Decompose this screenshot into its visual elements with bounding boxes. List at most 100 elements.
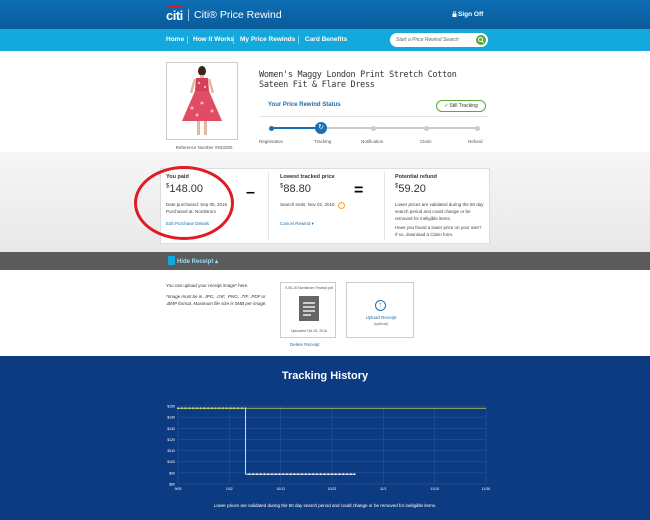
- search-input[interactable]: [396, 36, 468, 44]
- cancel-rewind-link[interactable]: Cancel Rewind ▾: [280, 221, 370, 227]
- data-point: [278, 473, 281, 476]
- step-label-registration: Registration: [259, 139, 284, 144]
- receipt-bar: Hide Receipt ▴: [0, 252, 650, 270]
- y-tick-label: $100: [167, 460, 175, 464]
- upload-receipt-label: Upload Receipt: [365, 315, 397, 320]
- reference-number: Reference Number #933280: [175, 145, 233, 150]
- x-tick-label: 9/05: [175, 487, 182, 491]
- step-label-claim: Claim: [420, 139, 432, 144]
- refund-note: Lower prices are validated during the 60…: [395, 202, 484, 221]
- nav-how-it-works[interactable]: How It Works: [193, 36, 234, 43]
- history-footer-note: Lower prices are validated during the 60…: [213, 503, 437, 508]
- search-box: [390, 33, 488, 47]
- data-point: [297, 473, 300, 476]
- claim-form-note[interactable]: Have you found a lower price on your own…: [395, 224, 485, 238]
- step-label-tracking: Tracking: [314, 139, 332, 144]
- status-badge: ✓Still Tracking: [436, 100, 486, 112]
- product-image[interactable]: [166, 62, 238, 140]
- x-tick-label: 11/1: [380, 487, 387, 491]
- receipt-info: You can upload your receipt image* here.…: [166, 282, 270, 307]
- lowest-price-label: Lowest tracked price: [280, 174, 335, 180]
- logo-separator: [188, 9, 189, 21]
- info-icon[interactable]: ?: [337, 202, 345, 209]
- nav-separator: [298, 36, 299, 44]
- potential-refund-value: $59.20: [395, 183, 426, 195]
- file-icon: [299, 296, 319, 321]
- receipt-icon: [168, 256, 175, 265]
- nav-home[interactable]: Home: [166, 36, 184, 43]
- step-current-tracking: ↻: [315, 122, 327, 134]
- y-tick-label: $80: [169, 483, 175, 487]
- dress-image: [182, 66, 222, 135]
- y-tick-label: $130: [167, 427, 175, 431]
- step-label-refund: Refund: [468, 139, 483, 144]
- product-title: Women's Maggy London Print Stretch Cotto…: [259, 70, 457, 90]
- receipt-info-text: You can upload your receipt image* here.: [166, 283, 249, 288]
- data-point: [353, 473, 356, 476]
- hide-receipt-toggle[interactable]: Hide Receipt ▴: [168, 256, 218, 265]
- equals-operator: =: [354, 182, 364, 199]
- data-point: [289, 473, 292, 476]
- data-point: [308, 473, 311, 476]
- nav-my-price-rewinds[interactable]: My Price Rewinds: [240, 36, 295, 43]
- lock-icon: [452, 11, 457, 17]
- divider: [259, 116, 489, 117]
- status-title: Your Price Rewind Status: [268, 102, 341, 108]
- citi-logo[interactable]: citi: [166, 8, 183, 23]
- status-badge-label: Still Tracking: [449, 103, 478, 109]
- search-button[interactable]: [476, 35, 486, 45]
- data-point: [252, 473, 255, 476]
- data-point: [293, 473, 296, 476]
- x-tick-label: 10/12: [276, 487, 285, 491]
- data-point: [338, 473, 341, 476]
- minus-operator: –: [246, 184, 255, 201]
- x-tick-label: 10/2: [226, 487, 233, 491]
- upload-optional-label: (optional): [373, 322, 389, 326]
- top-header: citi Citi® Price Rewind Sign Off: [0, 0, 650, 29]
- price-series-line: [178, 407, 355, 475]
- step-dot-registration: [269, 125, 274, 131]
- step-label-notification: Notification: [361, 139, 384, 144]
- data-point: [301, 473, 303, 476]
- x-tick-label: 11/30: [482, 487, 490, 491]
- upload-receipt-button[interactable]: ↑ Upload Receipt (optional): [346, 282, 414, 338]
- nav-card-benefits[interactable]: Card Benefits: [305, 36, 347, 43]
- data-point: [274, 473, 277, 476]
- nav-separator: [233, 36, 234, 44]
- data-point: [323, 473, 326, 476]
- data-point: [346, 473, 348, 476]
- data-point: [263, 473, 266, 476]
- chevron-down-icon: ▾: [311, 221, 314, 226]
- data-point: [334, 473, 337, 476]
- data-point: [248, 473, 251, 476]
- divider: [268, 172, 269, 240]
- upload-icon: ↑: [375, 300, 386, 311]
- tracking-history-chart: $150 $140 $130 $120 $110 $100 $90 $809/05 10/2 10…: [167, 405, 490, 492]
- tracking-history-title: Tracking History: [281, 370, 369, 382]
- sign-off-link[interactable]: Sign Off: [458, 11, 483, 18]
- data-point: [312, 473, 315, 476]
- y-tick-label: $110: [167, 449, 175, 453]
- potential-refund-section: Potential refund $59.20 Lower prices are…: [395, 174, 485, 238]
- data-point: [349, 473, 352, 476]
- app-title: Citi® Price Rewind: [194, 9, 282, 21]
- delete-receipt-link[interactable]: Delete Receipt: [290, 342, 320, 347]
- y-tick-label: $120: [167, 438, 175, 442]
- data-point: [316, 473, 318, 476]
- x-tick-label: 11/15: [430, 487, 439, 491]
- main-nav: Home How It Works My Price Rewinds Card …: [0, 29, 650, 51]
- step-dot-notification: [371, 125, 376, 131]
- data-point: [255, 473, 258, 476]
- step-dot-refund: [475, 125, 480, 131]
- step-dot-claim: [424, 125, 429, 131]
- progress-fill: [271, 127, 321, 129]
- data-point: [327, 473, 330, 476]
- potential-refund-label: Potential refund: [395, 174, 437, 180]
- highlight-circle: [134, 166, 234, 240]
- data-point: [319, 473, 322, 476]
- receipt-upload-date: Uploaded Oct 25, 2016: [291, 329, 327, 333]
- receipt-file-card[interactable]: 9-05-16 Nordstrom Receipt.pdf Uploaded O…: [280, 282, 336, 338]
- data-point: [282, 473, 285, 476]
- data-point: [342, 473, 345, 476]
- data-point: [331, 473, 333, 476]
